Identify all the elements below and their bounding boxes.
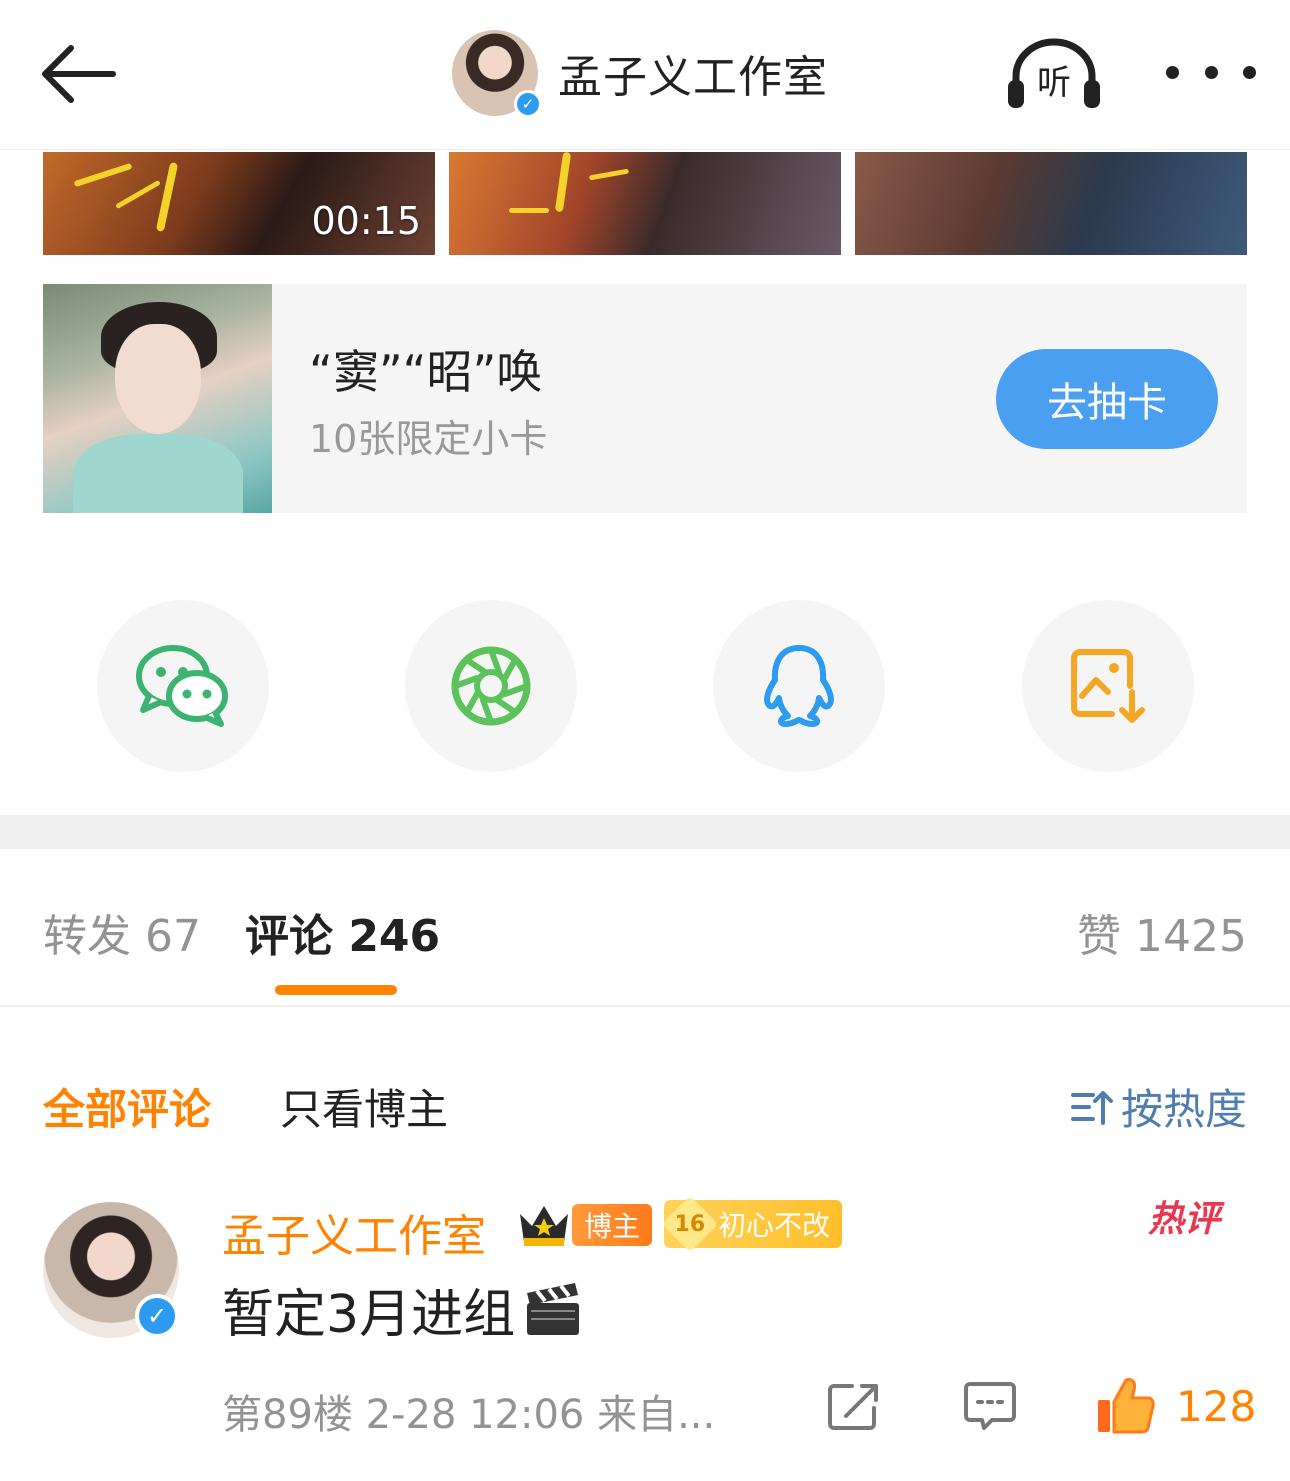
- title-art-stroke: [155, 161, 179, 233]
- save-image-button[interactable]: [1022, 600, 1194, 772]
- card-image: [43, 284, 272, 513]
- more-options-button[interactable]: [1166, 50, 1256, 94]
- filter-all-comments[interactable]: 全部评论: [43, 1076, 211, 1137]
- avatar[interactable]: ✓: [452, 30, 542, 118]
- video-duration: 00:15: [311, 199, 421, 243]
- loyal-fan-badge: 16 初心不改: [661, 1195, 843, 1253]
- comment-author[interactable]: 孟子义工作室: [222, 1200, 486, 1264]
- loyal-fan-label: 初心不改: [718, 1209, 831, 1242]
- qq-icon: [764, 645, 834, 727]
- sort-label: 按热度: [1120, 1085, 1247, 1134]
- title-art-stroke: [509, 208, 549, 213]
- comment-meta: 第89楼 2-28 12:06 来自...: [222, 1392, 716, 1438]
- reply-icon[interactable]: [962, 1380, 1018, 1432]
- title-art-stroke: [115, 179, 161, 210]
- sort-by-hot-button[interactable]: 按热度: [1069, 1076, 1247, 1137]
- listen-button[interactable]: 听: [1004, 36, 1104, 110]
- page-title: 孟子义工作室: [558, 52, 828, 103]
- moments-icon: [451, 646, 531, 726]
- tab-comments[interactable]: 评论 246: [245, 900, 440, 964]
- verified-icon: ✓: [514, 90, 542, 118]
- save-image-icon: [1071, 649, 1145, 723]
- card-subtitle: 10张限定小卡: [309, 417, 548, 461]
- wechat-icon: [136, 645, 228, 727]
- draw-card-button[interactable]: 去抽卡: [996, 349, 1218, 449]
- back-button[interactable]: [32, 36, 122, 112]
- comment-avatar[interactable]: ✓: [43, 1202, 179, 1338]
- blogger-badge: 博主: [572, 1204, 653, 1246]
- fan-level-icon: 16: [661, 1195, 719, 1253]
- headphones-icon: 听: [1008, 38, 1100, 108]
- tab-likes[interactable]: 赞 1425: [1077, 900, 1247, 964]
- active-tab-indicator: [275, 985, 397, 995]
- tab-divider: [0, 1005, 1290, 1007]
- back-arrow-icon: [42, 45, 116, 103]
- share-moments-button[interactable]: [405, 600, 577, 772]
- promo-card[interactable]: “窦”“昭”唤 10张限定小卡 去抽卡: [43, 284, 1247, 513]
- comment-text: 暂定3月进组: [222, 1272, 583, 1347]
- video-thumbnail[interactable]: 00:15: [43, 152, 435, 255]
- title-art-stroke: [554, 152, 572, 213]
- tab-repost[interactable]: 转发 67: [43, 900, 201, 964]
- section-divider: [0, 815, 1290, 849]
- sort-icon: [1070, 1090, 1113, 1125]
- clapperboard-icon: [527, 1282, 580, 1335]
- title-art-stroke: [588, 168, 630, 181]
- comment-body: 暂定3月进组: [222, 1285, 516, 1345]
- profile-header[interactable]: ✓ 孟子义工作室: [452, 28, 828, 118]
- card-image-face: [115, 324, 201, 434]
- crown-icon: [520, 1206, 568, 1246]
- like-count: 128: [1176, 1382, 1257, 1431]
- filter-blogger-only[interactable]: 只看博主: [280, 1076, 448, 1137]
- hot-comment-badge: 热评: [1148, 1199, 1221, 1240]
- card-title: “窦”“昭”唤: [309, 345, 543, 399]
- like-thumb-icon[interactable]: [1094, 1374, 1156, 1436]
- more-dot-icon: [1243, 65, 1256, 79]
- video-thumbnail[interactable]: [449, 152, 841, 255]
- more-dot-icon: [1166, 65, 1179, 79]
- card-image-robe: [73, 434, 243, 513]
- top-bar: ✓ 孟子义工作室 听: [0, 0, 1290, 150]
- share-qq-button[interactable]: [713, 600, 885, 772]
- listen-label: 听: [1037, 63, 1071, 103]
- title-art-stroke: [73, 162, 133, 188]
- verified-icon: ✓: [135, 1294, 179, 1338]
- fan-level-number: 16: [674, 1211, 706, 1237]
- video-thumbnail[interactable]: [855, 152, 1247, 255]
- repost-icon[interactable]: [826, 1380, 882, 1432]
- share-wechat-button[interactable]: [97, 600, 269, 772]
- more-dot-icon: [1204, 65, 1218, 79]
